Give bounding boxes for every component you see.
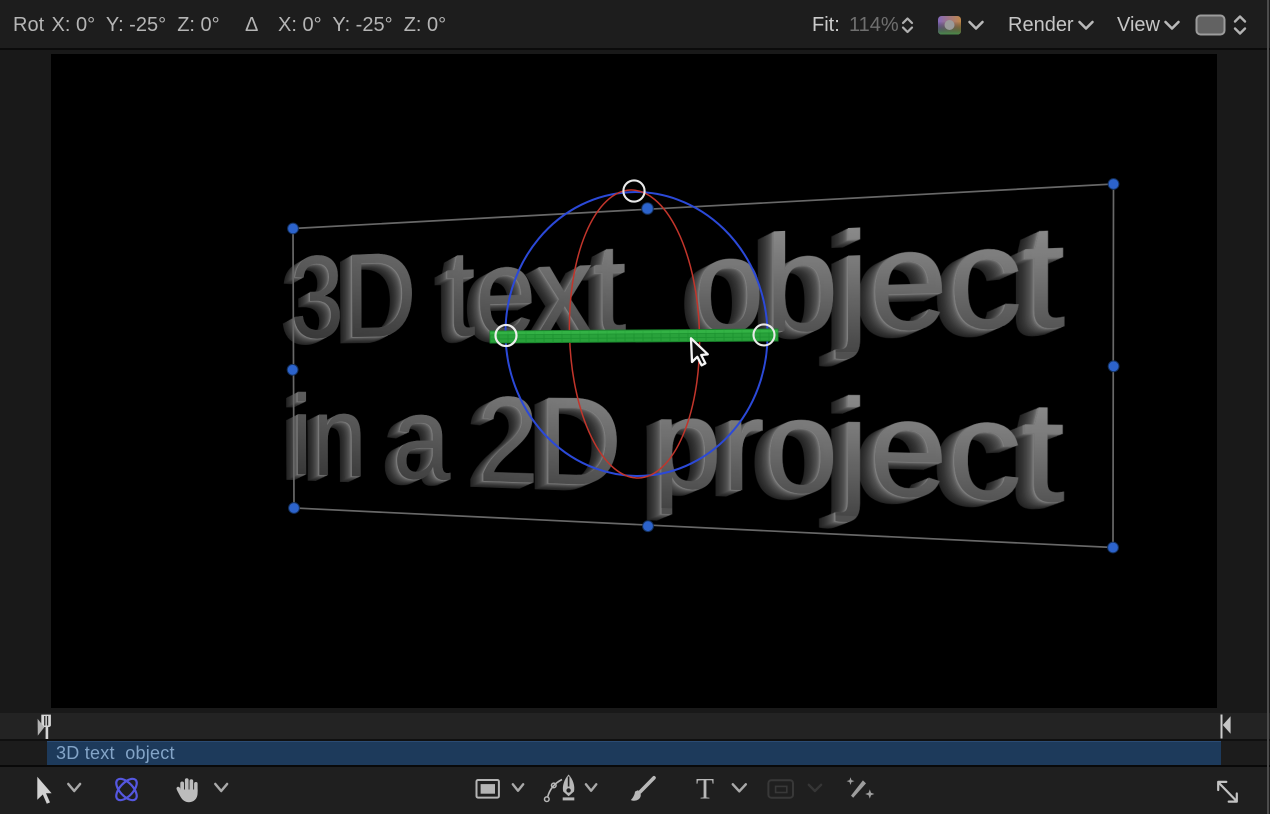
svg-text:T: T bbox=[696, 774, 714, 806]
